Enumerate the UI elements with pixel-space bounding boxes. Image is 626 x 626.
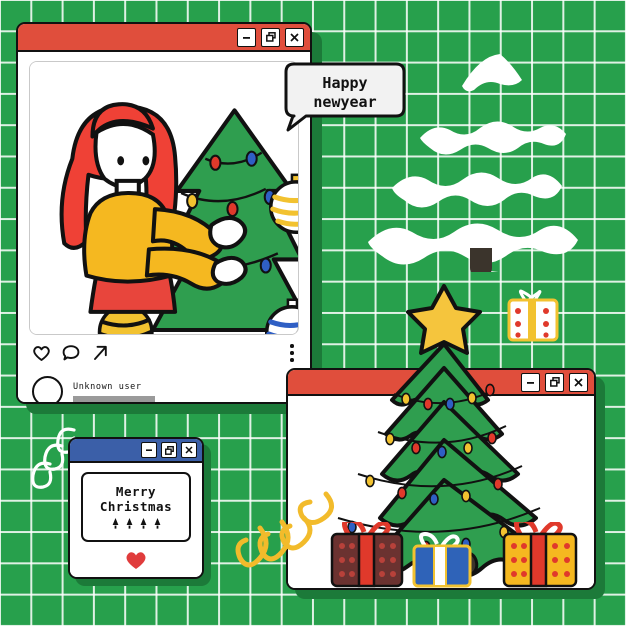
merry-line-1: Merry (115, 483, 157, 499)
titlebar[interactable] (18, 24, 310, 52)
restore-button[interactable] (261, 27, 280, 47)
merry-line-2: Christmas (99, 499, 173, 514)
post-photo (29, 61, 299, 335)
restore-button[interactable] (545, 372, 564, 392)
close-button[interactable] (569, 372, 588, 392)
illustration-canvas: Unknown user Happy newyear Merry Christm… (0, 0, 626, 626)
heart-icon[interactable] (32, 344, 51, 362)
tree-glyph-icon (140, 518, 146, 529)
post-action-bar[interactable] (32, 344, 109, 362)
caption-placeholder-bar (73, 395, 155, 402)
tree-glyph-icon (126, 518, 132, 529)
close-button[interactable] (285, 27, 304, 47)
merry-text-panel: Merry Christmas (81, 472, 191, 542)
tree-glyph-row (112, 518, 161, 529)
post-author[interactable]: Unknown user (32, 376, 155, 402)
minimize-button[interactable] (237, 27, 256, 47)
user-name: Unknown user (73, 381, 142, 392)
tree-glyph-icon (112, 518, 118, 529)
close-button[interactable] (181, 442, 197, 458)
merry-christmas-window[interactable]: Merry Christmas (68, 437, 211, 586)
heart-icon (124, 549, 148, 574)
comment-icon[interactable] (62, 344, 80, 362)
titlebar[interactable] (288, 370, 594, 396)
photo-post-window[interactable]: Unknown user (16, 22, 322, 414)
three-dots-icon[interactable] (290, 344, 294, 362)
minimize-button[interactable] (141, 442, 157, 458)
minimize-button[interactable] (521, 372, 540, 392)
avatar (32, 376, 63, 402)
christmas-tree-window[interactable] (286, 368, 605, 599)
share-icon[interactable] (91, 344, 109, 362)
restore-button[interactable] (161, 442, 177, 458)
tree-glyph-icon (154, 518, 160, 529)
titlebar[interactable] (70, 439, 202, 463)
